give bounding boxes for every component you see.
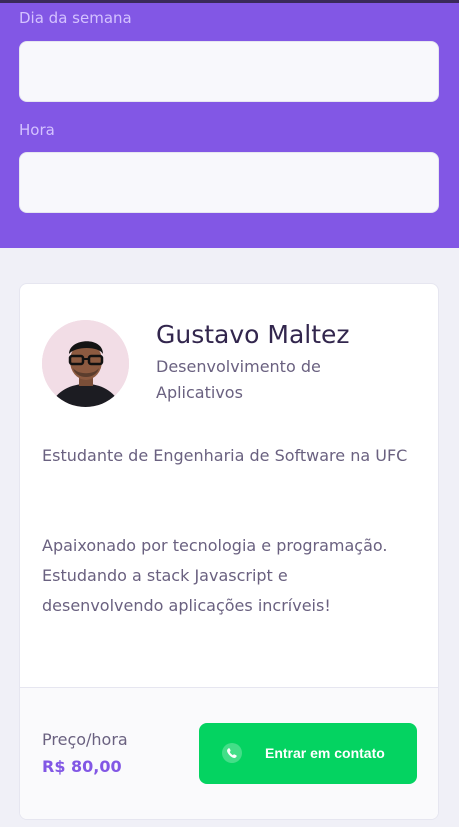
teacher-bio-education: Estudante de Engenharia de Software na U… — [42, 446, 408, 465]
weekday-label: Dia da semana — [19, 9, 132, 27]
time-input[interactable] — [19, 152, 439, 213]
contact-button[interactable]: Entrar em contato — [199, 723, 417, 784]
card-footer: Preço/hora R$ 80,00 Entrar em contato — [20, 687, 438, 819]
teacher-card: Gustavo Maltez Desenvolvimento de Aplica… — [19, 283, 439, 820]
filter-panel: Dia da semana Hora — [0, 0, 459, 248]
whatsapp-icon — [221, 742, 243, 764]
teacher-subject: Desenvolvimento de Aplicativos — [156, 357, 321, 402]
price-label: Preço/hora — [42, 730, 128, 749]
teacher-name: Gustavo Maltez — [156, 320, 350, 349]
weekday-select[interactable] — [19, 41, 439, 102]
price-value: R$ 80,00 — [42, 757, 122, 776]
avatar — [42, 320, 129, 407]
time-label: Hora — [19, 121, 55, 139]
top-divider — [0, 0, 459, 3]
contact-button-label: Entrar em contato — [265, 745, 385, 761]
teacher-bio-interests: Apaixonado por tecnologia e programação.… — [42, 536, 388, 615]
